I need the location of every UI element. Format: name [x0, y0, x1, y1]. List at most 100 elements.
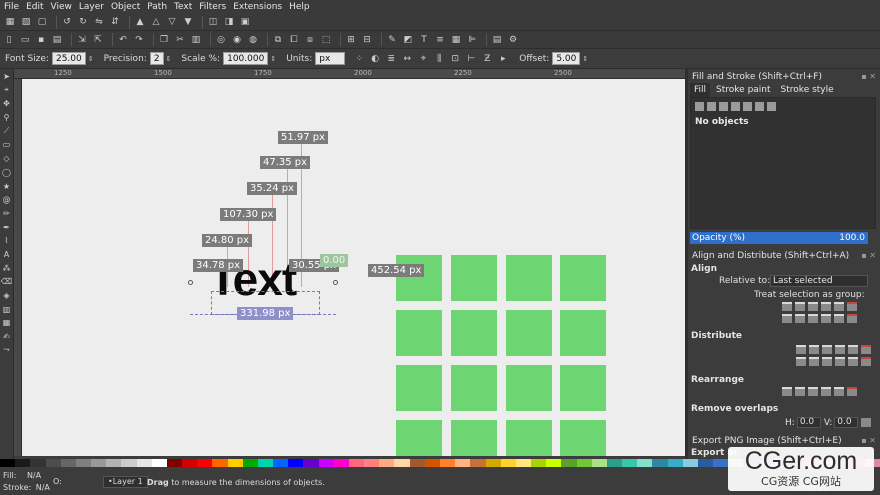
treat-selection-checkbox[interactable]: Treat selection as group:	[754, 290, 865, 300]
dropper-tool-icon[interactable]: ✍	[1, 331, 12, 342]
palette-swatch[interactable]	[121, 459, 137, 467]
gradient-tool-icon[interactable]: ▥	[1, 304, 12, 315]
paste-icon[interactable]: ▥	[190, 34, 202, 46]
opacity-value[interactable]: 100.0	[839, 232, 865, 244]
mesh-gradient-icon[interactable]	[743, 102, 752, 111]
palette-swatch[interactable]	[60, 459, 76, 467]
palette-swatch[interactable]	[242, 459, 258, 467]
measure-end-node[interactable]	[333, 280, 338, 285]
group-icon[interactable]: ⊞	[345, 34, 357, 46]
menu-filters[interactable]: Filters	[199, 2, 226, 12]
green-square[interactable]	[396, 420, 442, 456]
eraser-tool-icon[interactable]: ⌫	[1, 276, 12, 287]
pattern-icon[interactable]	[755, 102, 764, 111]
palette-swatch[interactable]	[394, 459, 410, 467]
align-icon[interactable]	[782, 302, 792, 311]
h-gap-input[interactable]: 0.0	[796, 417, 821, 428]
flip-v-icon[interactable]: ⇵	[109, 16, 121, 28]
palette-swatch[interactable]	[667, 459, 683, 467]
palette-swatch[interactable]	[622, 459, 638, 467]
open-icon[interactable]: ▭	[19, 34, 31, 46]
rearrange-icon[interactable]	[834, 387, 844, 396]
green-square[interactable]	[451, 255, 497, 301]
node-tool-icon[interactable]: ⌖	[1, 85, 12, 96]
palette-swatch[interactable]	[591, 459, 607, 467]
palette-swatch[interactable]	[30, 459, 46, 467]
offset-stepper-icon[interactable]: ⇕	[582, 55, 588, 63]
ruler-horizontal[interactable]: 1250 1500 1750 2000 2250 2500	[14, 69, 685, 79]
align-icon[interactable]	[808, 302, 818, 311]
palette-swatch[interactable]	[379, 459, 395, 467]
distribute-icon[interactable]	[861, 357, 871, 366]
palette-swatch[interactable]	[364, 459, 380, 467]
distribute-icon[interactable]	[835, 357, 845, 366]
mark-dimension-icon[interactable]: ⊢	[465, 53, 477, 65]
measure-arrow-icon[interactable]: ▸	[497, 53, 509, 65]
select-original-icon[interactable]: ⬚	[320, 34, 332, 46]
palette-swatch[interactable]	[470, 459, 486, 467]
snap-bbox-icon[interactable]: ◫	[207, 16, 219, 28]
distribute-icon[interactable]	[822, 357, 832, 366]
pen-tool-icon[interactable]: ✒	[1, 222, 12, 233]
zoom-drawing-icon[interactable]: ◉	[231, 34, 243, 46]
select-all-icon[interactable]: ▦	[4, 16, 16, 28]
measure-start-node[interactable]	[188, 280, 193, 285]
rotate-ccw-icon[interactable]: ↺	[61, 16, 73, 28]
ignore-first-last-icon[interactable]: ⁘	[353, 53, 365, 65]
spiral-tool-icon[interactable]: @	[1, 194, 12, 205]
palette-swatch[interactable]	[606, 459, 623, 467]
rect-tool-icon[interactable]: ▭	[1, 139, 12, 150]
star-tool-icon[interactable]: ★	[1, 181, 12, 192]
green-square[interactable]	[506, 420, 552, 456]
clone-icon[interactable]: ⧠	[288, 34, 300, 46]
selector-tool-icon[interactable]: ➤	[1, 71, 12, 82]
copy-icon[interactable]: ❐	[158, 34, 170, 46]
green-square[interactable]	[396, 310, 442, 356]
palette-swatch[interactable]	[0, 459, 16, 467]
palette-swatch[interactable]	[439, 459, 456, 467]
snap-grid-icon[interactable]: ▣	[239, 16, 251, 28]
palette-swatch[interactable]	[303, 459, 319, 467]
measure-tool-icon[interactable]: ⟋	[1, 126, 12, 137]
menu-layer[interactable]: Layer	[79, 2, 104, 12]
distribute-icon[interactable]	[809, 345, 819, 354]
layer-select[interactable]: •Layer 1	[103, 476, 148, 488]
radial-gradient-icon[interactable]	[731, 102, 740, 111]
palette-swatch[interactable]	[576, 459, 592, 467]
remove-overlaps-icon[interactable]	[861, 418, 872, 427]
font-size-input[interactable]: 25.00	[51, 52, 86, 65]
palette-swatch[interactable]	[531, 459, 547, 467]
align-icon[interactable]	[834, 314, 844, 323]
distribute-icon[interactable]	[796, 357, 806, 366]
to-item-icon[interactable]: ⊡	[449, 53, 461, 65]
palette-swatch[interactable]	[500, 459, 516, 467]
phantom-measure-icon[interactable]: ⌖	[417, 53, 429, 65]
green-square[interactable]	[451, 310, 497, 356]
duplicate-icon[interactable]: ⧉	[272, 34, 284, 46]
palette-swatch[interactable]	[697, 459, 714, 467]
scale-input[interactable]: 100.000	[223, 52, 269, 65]
offset-input[interactable]: 5.00	[552, 52, 581, 65]
align-icon[interactable]	[834, 302, 844, 311]
ellipse-tool-icon[interactable]: ◯	[1, 167, 12, 178]
distribute-icon[interactable]	[861, 345, 871, 354]
show-hidden-icon[interactable]: ◐	[369, 53, 381, 65]
swatch-icon[interactable]	[767, 102, 776, 111]
close-icon[interactable]: ▪ ✕	[861, 250, 876, 262]
fill-indicator[interactable]: Fill: N/A	[3, 471, 41, 480]
connector-tool-icon[interactable]: ⤳	[1, 345, 12, 356]
deselect-icon[interactable]: ▢	[36, 16, 48, 28]
all-layers-icon[interactable]: ≣	[385, 53, 397, 65]
palette-swatch[interactable]	[106, 459, 122, 467]
font-size-stepper-icon[interactable]: ⇕	[88, 55, 94, 63]
rearrange-icon[interactable]	[808, 387, 818, 396]
spray-tool-icon[interactable]: ⁂	[1, 263, 12, 274]
palette-swatch[interactable]	[182, 459, 198, 467]
palette-swatch[interactable]	[197, 459, 213, 467]
palette-swatch[interactable]	[455, 459, 471, 467]
fill-stroke-icon[interactable]: ◩	[402, 34, 414, 46]
green-square[interactable]	[506, 255, 552, 301]
palette-swatch[interactable]	[288, 459, 304, 467]
palette-swatch[interactable]	[652, 459, 668, 467]
units-select[interactable]: px	[315, 52, 346, 65]
